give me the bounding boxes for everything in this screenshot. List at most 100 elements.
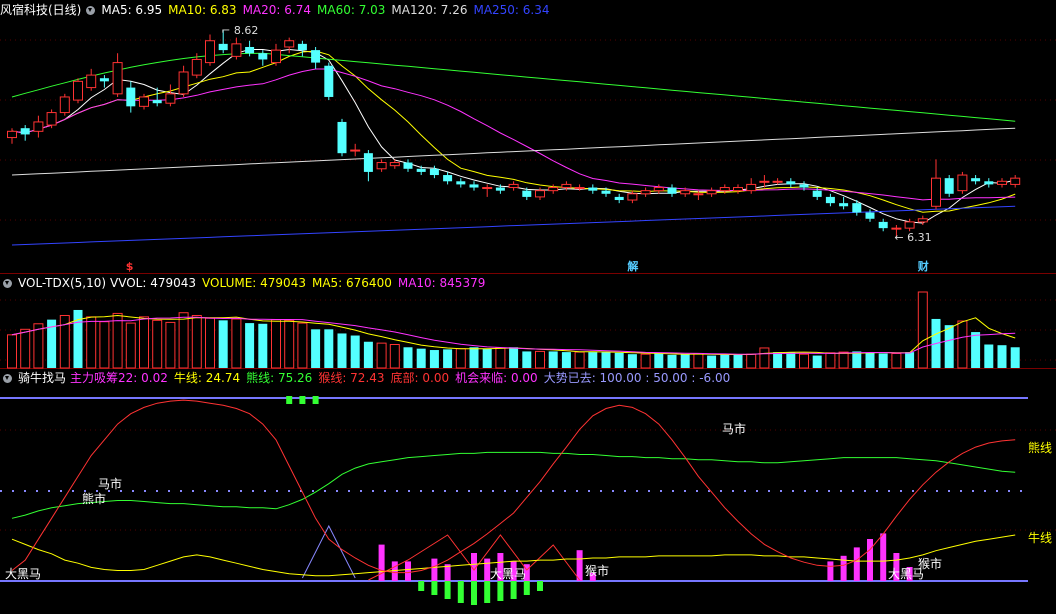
histogram-bar	[510, 581, 517, 599]
histogram-bar	[431, 558, 438, 581]
candle-body	[931, 177, 941, 207]
histogram-bar	[497, 581, 504, 601]
candle-body	[957, 174, 968, 192]
kline-chart[interactable]: 大黑马马市熊市大黑马 猴市马市大黑马猴市熊线牛线 ⌐ 8.62← 6.31$ 解财	[0, 0, 1056, 614]
candle-body	[482, 187, 493, 190]
candle-body	[363, 153, 373, 172]
candle-body	[667, 187, 677, 194]
candle-body	[231, 43, 242, 57]
volume-bar	[667, 354, 677, 368]
candle-body	[614, 196, 624, 201]
volume-bar	[363, 341, 373, 368]
volume-bar	[311, 329, 321, 368]
histogram-bar	[418, 581, 425, 591]
volume-bar	[389, 344, 400, 369]
candle-body	[469, 184, 479, 188]
volume-bar	[284, 319, 295, 369]
candle-body	[693, 193, 704, 196]
volume-bar	[324, 329, 334, 368]
indicator-label-dahei_left: 大黑马	[5, 567, 41, 581]
candle-body	[165, 93, 176, 104]
candle-body	[284, 40, 295, 48]
candle-body	[33, 121, 44, 132]
volume-bar	[957, 320, 968, 369]
volume-bar	[786, 352, 796, 368]
candle-body	[653, 187, 664, 192]
volume-bar	[838, 351, 849, 369]
candle-body	[944, 178, 954, 194]
candle-body	[258, 53, 268, 60]
histogram-bar	[523, 581, 530, 595]
candle-body	[7, 130, 17, 139]
low-price-label: ← 6.31	[894, 231, 931, 244]
candle-body	[839, 203, 849, 207]
histogram-bar	[431, 581, 438, 595]
candle-body	[86, 74, 97, 89]
indicator-label-mashi_right: 马市	[722, 421, 746, 436]
volume-bar	[1010, 347, 1020, 368]
volume-bar	[482, 348, 492, 368]
candle-body	[891, 227, 902, 230]
volume-bar	[891, 352, 902, 369]
volume-bar	[865, 352, 875, 368]
candle-body	[205, 40, 215, 64]
volume-bar	[205, 317, 215, 369]
candle-body	[535, 190, 545, 198]
volume-bar	[614, 352, 624, 368]
candle-body	[561, 183, 572, 189]
volume-bar	[799, 353, 809, 369]
candle-body	[746, 183, 757, 192]
volume-bar	[733, 354, 743, 368]
volume-bar	[627, 354, 637, 368]
signal-zigzag	[301, 524, 356, 579]
volume-bar	[759, 347, 770, 369]
candle-body	[1010, 177, 1021, 185]
volume-bar	[707, 355, 717, 368]
candle-body	[178, 71, 189, 95]
histogram-bar	[286, 396, 293, 404]
candle-body	[99, 78, 109, 82]
volume-bar	[376, 342, 387, 369]
candle-body	[456, 181, 466, 185]
volume-bar	[139, 316, 149, 369]
volume-bar	[654, 353, 664, 368]
volume-bar	[720, 354, 730, 368]
indicator-label-xiong_label: 熊线	[1028, 440, 1052, 455]
candle-body	[904, 221, 915, 229]
candle-body	[719, 187, 730, 192]
volume-bar	[852, 351, 862, 368]
volume-bar	[245, 323, 255, 368]
volume-bar	[693, 352, 704, 369]
candle-body	[350, 149, 361, 152]
candle-body	[772, 180, 783, 183]
volume-bar	[773, 352, 783, 368]
histogram-bar	[444, 581, 451, 599]
volume-bar	[429, 350, 439, 368]
candle-body	[759, 180, 770, 183]
candle-body	[152, 100, 162, 104]
candle-body	[733, 187, 743, 192]
candle-body	[337, 121, 347, 154]
candle-body	[429, 168, 439, 176]
candle-body	[20, 128, 30, 135]
candle-body	[997, 180, 1007, 185]
candle-body	[46, 112, 57, 126]
ma250-line	[11, 205, 1016, 246]
volume-bar	[878, 353, 888, 368]
histogram-bar	[484, 581, 491, 603]
candle-body	[812, 190, 822, 197]
volume-bar	[297, 322, 308, 369]
indicator-label-niu_label: 牛线	[1028, 530, 1052, 545]
histogram-bar	[853, 547, 860, 581]
histogram-bar	[405, 561, 411, 581]
candle-body	[495, 187, 505, 191]
volume-bar	[258, 323, 268, 368]
candle-body	[588, 187, 598, 191]
candle-body	[271, 49, 281, 64]
candle-body	[311, 50, 321, 63]
candle-body	[508, 183, 519, 189]
volume-bar	[601, 352, 611, 368]
candle-body	[706, 190, 717, 195]
volume-bar	[984, 344, 994, 368]
histogram-bar	[457, 581, 464, 603]
